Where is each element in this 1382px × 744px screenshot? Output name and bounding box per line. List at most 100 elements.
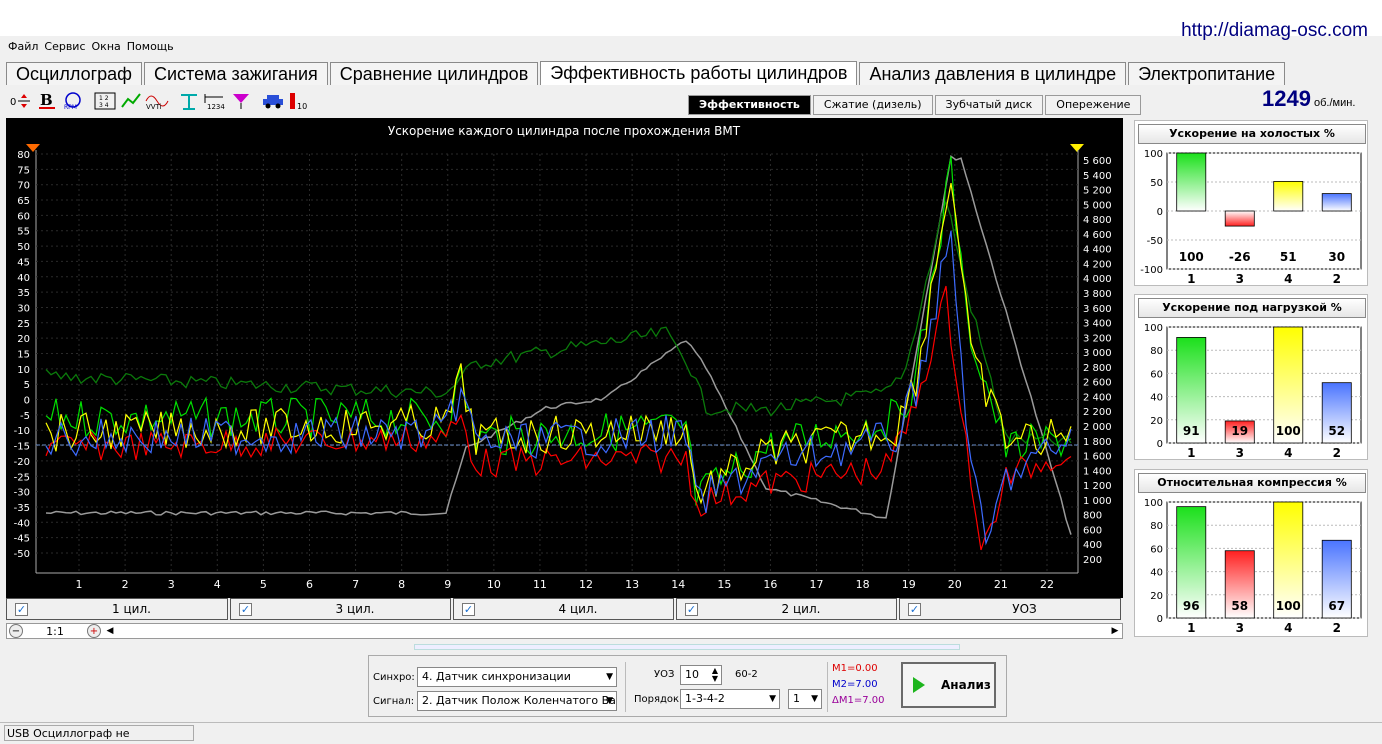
y-tick-label: -50 xyxy=(1147,236,1163,247)
svg-text:0: 0 xyxy=(10,97,16,108)
y-left-tick-label: -20 xyxy=(14,457,30,468)
svg-text:RPM: RPM xyxy=(64,104,77,111)
bar-value-label: 52 xyxy=(1328,424,1345,438)
y-right-tick-label: 2 200 xyxy=(1083,407,1112,418)
y-left-tick-label: 15 xyxy=(17,350,30,361)
sync-select[interactable]: 4. Датчик синхронизации ▼ xyxy=(417,667,617,687)
legend-cyl4[interactable]: ✓ 4 цил. xyxy=(453,598,674,620)
category-label: 2 xyxy=(1333,272,1341,285)
x-tick-label: 3 xyxy=(168,578,175,591)
tab-pressure-analysis[interactable]: Анализ давления в цилиндре xyxy=(859,62,1127,85)
menu-windows[interactable]: Окна xyxy=(92,38,121,56)
main-tabs: Осциллограф Система зажигания Сравнение … xyxy=(6,61,1287,85)
analyze-button[interactable]: Анализ xyxy=(901,662,996,708)
rpm-trace xyxy=(45,154,1072,535)
legend-cyl1-checkbox[interactable]: ✓ xyxy=(15,602,28,616)
legend-cyl3[interactable]: ✓ 3 цил. xyxy=(230,598,451,620)
cyl1-trace xyxy=(45,156,1072,506)
y-right-tick-label: 3 600 xyxy=(1083,304,1112,315)
y-left-tick-label: -5 xyxy=(20,411,30,422)
legend-cyl4-checkbox[interactable]: ✓ xyxy=(462,602,475,616)
y-tick-label: 60 xyxy=(1150,544,1163,555)
menu-service[interactable]: Сервис xyxy=(44,38,85,56)
cylinder-order-icon[interactable]: 1 23 4 xyxy=(92,88,118,114)
order-1234-icon[interactable]: 1234 xyxy=(202,88,228,114)
scroll-left-icon[interactable]: ◀ xyxy=(103,624,117,638)
rpm-readout: 1249 об./мин. xyxy=(1262,86,1355,112)
site-url[interactable]: http://diamag-osc.com xyxy=(1181,20,1368,42)
sync-icon[interactable] xyxy=(176,88,202,114)
legend-uoz[interactable]: ✓ УОЗ xyxy=(899,598,1121,620)
order-select[interactable]: 1-3-4-2 ▼ xyxy=(680,689,780,709)
legend-cyl2-checkbox[interactable]: ✓ xyxy=(685,602,698,616)
subtab-toothed-disk[interactable]: Зубчатый диск xyxy=(934,95,1044,115)
scroll-right-icon[interactable]: ▶ xyxy=(1108,624,1122,638)
signal-select[interactable]: 2. Датчик Полож Коленчатого Вал ▼ xyxy=(417,691,617,711)
y-left-tick-label: -25 xyxy=(14,472,30,483)
y-right-tick-label: 5 400 xyxy=(1083,171,1112,182)
signal-label: Сигнал: xyxy=(373,696,415,707)
legend-uoz-checkbox[interactable]: ✓ xyxy=(908,602,921,616)
y-left-tick-label: -35 xyxy=(14,503,30,514)
bottom-splitter[interactable] xyxy=(414,644,960,650)
y-right-tick-label: 2 800 xyxy=(1083,363,1112,374)
y-right-tick-label: 2 000 xyxy=(1083,422,1112,433)
tab-cylinder-compare[interactable]: Сравнение цилиндров xyxy=(329,62,539,85)
line-icon[interactable] xyxy=(118,88,144,114)
tab-oscilloscope[interactable]: Осциллограф xyxy=(6,62,142,85)
y-tick-label: 0 xyxy=(1157,439,1163,450)
subtab-advance[interactable]: Опережение xyxy=(1045,95,1142,115)
marker-icon[interactable] xyxy=(228,88,254,114)
order-num-select[interactable]: 1 ▼ xyxy=(788,689,822,709)
bar-10-icon[interactable]: 10 xyxy=(286,88,312,114)
legend-cyl1[interactable]: ✓ 1 цил. xyxy=(6,598,228,620)
chevron-down-icon: ▼ xyxy=(811,694,818,704)
uoz-spinner[interactable]: 10 ▲ ▼ xyxy=(680,665,722,685)
y-tick-label: 80 xyxy=(1150,521,1163,532)
rpm-icon[interactable]: RPM xyxy=(60,88,86,114)
svg-text:B: B xyxy=(40,91,53,109)
category-label: 3 xyxy=(1236,621,1244,635)
x-tick-label: 11 xyxy=(533,578,547,591)
y-right-tick-label: 200 xyxy=(1083,555,1102,566)
legend-cyl3-checkbox[interactable]: ✓ xyxy=(239,602,252,616)
y-left-tick-label: 30 xyxy=(17,303,30,314)
menu-bar: Файл Сервис Окна Помощь xyxy=(0,38,180,56)
zoom-in-icon[interactable]: + xyxy=(87,624,101,638)
y-tick-label: 80 xyxy=(1150,346,1163,357)
load-accel-chart: Ускорение под нагрузкой % 100 80 60 40 20 0 91… xyxy=(1134,294,1368,460)
tab-ignition[interactable]: Система зажигания xyxy=(143,62,328,85)
category-label: 1 xyxy=(1187,446,1195,459)
status-text: USB Осциллограф не подключен xyxy=(4,725,194,744)
chevron-down-icon: ▼ xyxy=(606,696,613,706)
subtab-diesel-compression[interactable]: Сжатие (дизель) xyxy=(812,95,933,115)
y-left-tick-label: 35 xyxy=(17,288,30,299)
app-window: http://diamag-osc.com Файл Сервис Окна П… xyxy=(0,0,1382,744)
bar-value-label: 100 xyxy=(1276,424,1301,438)
tab-cylinder-efficiency[interactable]: Эффективность работы цилиндров xyxy=(540,61,858,85)
menu-help[interactable]: Помощь xyxy=(127,38,174,56)
offset-icon[interactable]: 0 xyxy=(8,88,34,114)
tab-power[interactable]: Электропитание xyxy=(1128,62,1286,85)
main-chart[interactable]: Ускорение каждого цилиндра после прохожд… xyxy=(6,118,1123,598)
bar-value-label: 30 xyxy=(1328,250,1345,264)
category-label: 3 xyxy=(1236,446,1244,459)
bar-value-label: 51 xyxy=(1280,250,1297,264)
x-tick-label: 5 xyxy=(260,578,267,591)
zoom-out-icon[interactable]: − xyxy=(9,624,23,638)
x-tick-label: 15 xyxy=(717,578,731,591)
vvti-icon[interactable]: VVTi xyxy=(144,88,170,114)
bold-b-icon[interactable]: B xyxy=(34,88,60,114)
spinner-arrows-icon: ▲ ▼ xyxy=(711,666,718,683)
y-right-tick-label: 1 000 xyxy=(1083,496,1112,507)
menu-file[interactable]: Файл xyxy=(8,38,38,56)
y-tick-label: 50 xyxy=(1150,178,1163,189)
divider xyxy=(625,662,626,712)
x-tick-label: 4 xyxy=(214,578,221,591)
subtab-efficiency[interactable]: Эффективность xyxy=(688,95,811,115)
car-icon[interactable] xyxy=(260,88,286,114)
svg-text:1 2: 1 2 xyxy=(99,95,109,102)
legend-cyl2[interactable]: ✓ 2 цил. xyxy=(676,598,897,620)
y-tick-label: 20 xyxy=(1150,416,1163,427)
x-tick-label: 6 xyxy=(306,578,313,591)
